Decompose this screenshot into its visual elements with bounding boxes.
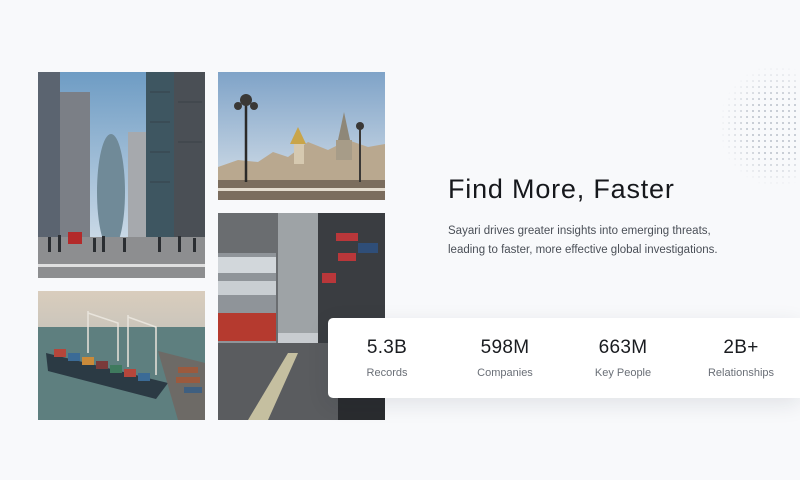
stat-records: 5.3B Records [328,318,446,398]
stat-value: 5.3B [366,337,408,358]
cargo-port-photo [38,291,205,420]
stat-label: Key People [594,367,652,379]
stat-label: Companies [477,367,533,379]
stat-key-people: 663M Key People [564,318,682,398]
stat-companies: 598M Companies [446,318,564,398]
stat-relationships: 2B+ Relationships [682,318,800,398]
stat-label: Records [366,367,408,379]
london-street-photo [38,72,205,278]
stat-value: 663M [598,337,648,358]
moscow-skyline-photo [218,72,385,200]
dot-pattern-decoration [720,66,800,186]
hero-description: Sayari drives greater insights into emer… [448,225,718,256]
headline: Find More, Faster [448,174,675,204]
stats-card: 5.3B Records 598M Companies 663M Key Peo… [328,318,800,398]
stat-value: 598M [480,337,530,358]
stat-value: 2B+ [723,337,759,358]
stat-label: Relationships [707,367,775,379]
